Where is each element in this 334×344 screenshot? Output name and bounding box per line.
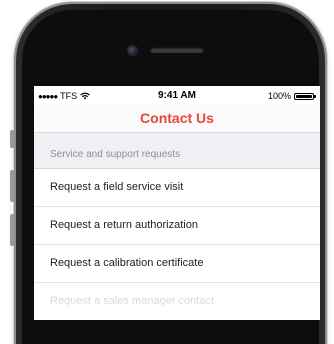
volume-up-button bbox=[10, 170, 14, 202]
status-bar: ●●●●● TFS 9:41 AM 100% bbox=[34, 86, 320, 105]
front-camera bbox=[128, 46, 137, 55]
battery-level bbox=[296, 94, 312, 98]
section-header: Service and support requests bbox=[34, 133, 320, 169]
request-return-authorization-item[interactable]: Request a return authorization bbox=[34, 207, 320, 245]
request-calibration-certificate-item[interactable]: Request a calibration certificate bbox=[34, 245, 320, 283]
request-sales-manager-contact-item[interactable]: Request a sales manager contact bbox=[34, 283, 320, 320]
phone-screen: ●●●●● TFS 9:41 AM 100% Contact Us Servic… bbox=[34, 86, 320, 320]
volume-down-button bbox=[10, 214, 14, 246]
battery-percent: 100% bbox=[267, 91, 291, 101]
status-right: 100% bbox=[267, 91, 316, 101]
mute-switch bbox=[10, 130, 14, 148]
page-title: Contact Us bbox=[34, 105, 320, 133]
battery-icon bbox=[294, 92, 316, 100]
earpiece-speaker bbox=[150, 47, 204, 53]
request-field-service-visit-item[interactable]: Request a field service visit bbox=[34, 169, 320, 207]
